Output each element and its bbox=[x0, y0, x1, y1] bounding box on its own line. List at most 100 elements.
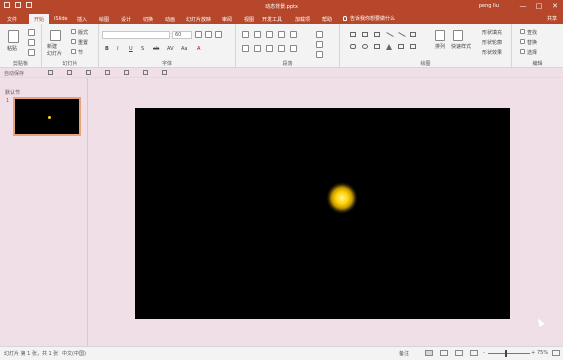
zoom-in-button[interactable]: + bbox=[531, 350, 535, 356]
tab-file[interactable]: 文件 bbox=[7, 14, 17, 24]
shadow-button[interactable]: S bbox=[141, 46, 144, 52]
justify-icon[interactable] bbox=[278, 45, 285, 52]
new-slide-icon[interactable] bbox=[50, 30, 61, 41]
fit-slide-icon[interactable] bbox=[552, 350, 560, 356]
rounded-rect-shape-icon[interactable] bbox=[350, 44, 356, 49]
underline-button[interactable]: U bbox=[129, 46, 133, 52]
reset-icon[interactable] bbox=[71, 39, 76, 44]
tab-view[interactable]: 视图 bbox=[244, 14, 254, 24]
textbox-shape-icon[interactable] bbox=[362, 32, 368, 37]
zoom-slider-handle[interactable] bbox=[505, 350, 507, 357]
brace-shape-icon[interactable] bbox=[410, 44, 416, 49]
replace-icon[interactable] bbox=[520, 39, 525, 44]
minimize-button[interactable]: — bbox=[515, 0, 531, 12]
notes-button[interactable]: 备注 bbox=[399, 350, 409, 357]
tab-review[interactable]: 审阅 bbox=[222, 14, 232, 24]
shape-effects-button[interactable]: 形状效果 bbox=[482, 49, 502, 56]
open-file-icon[interactable] bbox=[143, 70, 148, 75]
vertical-textbox-shape-icon[interactable] bbox=[374, 32, 380, 37]
reading-view-icon[interactable] bbox=[455, 350, 463, 356]
tab-draw[interactable]: 绘图 bbox=[99, 14, 109, 24]
char-spacing-button[interactable]: AV bbox=[167, 46, 174, 52]
tab-slideshow[interactable]: 幻灯片放映 bbox=[186, 14, 211, 24]
shape-fill-button[interactable]: 形状填充 bbox=[482, 29, 502, 36]
italic-button[interactable]: I bbox=[117, 46, 118, 52]
smartart-icon[interactable] bbox=[316, 51, 323, 58]
tab-insert[interactable]: 插入 bbox=[77, 14, 87, 24]
zoom-level[interactable]: 75% bbox=[537, 350, 548, 356]
line-shape-icon[interactable] bbox=[386, 32, 394, 37]
zoom-out-button[interactable]: - bbox=[483, 350, 485, 356]
align-left-icon[interactable] bbox=[242, 45, 249, 52]
shapes-gallery[interactable] bbox=[348, 30, 430, 54]
oval-shape-icon[interactable] bbox=[362, 44, 368, 49]
font-size-select[interactable]: 60 bbox=[172, 31, 192, 39]
align-text-icon[interactable] bbox=[316, 41, 323, 48]
cut-icon[interactable] bbox=[28, 29, 35, 36]
section-label[interactable]: 节 bbox=[78, 49, 83, 56]
shape-outline-button[interactable]: 形状轮廓 bbox=[482, 39, 502, 46]
share-button[interactable]: 共享 bbox=[547, 15, 557, 22]
triangle-shape-icon[interactable] bbox=[386, 44, 392, 50]
align-center-icon[interactable] bbox=[254, 45, 261, 52]
maximize-button[interactable]: □ bbox=[531, 0, 547, 12]
undo-icon[interactable] bbox=[67, 70, 72, 75]
change-case-button[interactable]: Aa bbox=[181, 46, 187, 52]
select-button[interactable]: 选择 bbox=[527, 49, 537, 56]
increase-indent-icon[interactable] bbox=[278, 31, 285, 38]
paste-label[interactable]: 粘贴 bbox=[7, 45, 17, 52]
layout-label[interactable]: 版式 bbox=[78, 29, 88, 36]
normal-view-icon[interactable] bbox=[425, 350, 433, 356]
align-right-icon[interactable] bbox=[266, 45, 273, 52]
autosave-label[interactable]: 自动保存 bbox=[4, 70, 24, 77]
save-icon[interactable] bbox=[48, 70, 53, 75]
bullets-icon[interactable] bbox=[242, 31, 249, 38]
print-icon[interactable] bbox=[162, 70, 167, 75]
rectangle-shape-icon[interactable] bbox=[350, 32, 356, 37]
tab-design[interactable]: 设计 bbox=[121, 14, 131, 24]
layout-icon[interactable] bbox=[71, 29, 76, 34]
tab-developer[interactable]: 开发工具 bbox=[262, 14, 282, 24]
numbering-icon[interactable] bbox=[254, 31, 261, 38]
arrange-icon[interactable] bbox=[435, 30, 445, 41]
square-shape-icon[interactable] bbox=[374, 44, 380, 49]
strikethrough-button[interactable]: ab bbox=[153, 46, 159, 52]
slide-canvas[interactable] bbox=[135, 108, 545, 327]
star-shape-icon[interactable] bbox=[398, 44, 404, 49]
tab-animations[interactable]: 动画 bbox=[165, 14, 175, 24]
section-icon[interactable] bbox=[71, 49, 76, 54]
copy-icon[interactable] bbox=[28, 39, 35, 46]
close-button[interactable]: ✕ bbox=[547, 0, 563, 12]
tell-me-box[interactable]: 告诉我你想要做什么 bbox=[343, 15, 395, 22]
redo-icon[interactable] bbox=[86, 70, 91, 75]
replace-button[interactable]: 替换 bbox=[527, 39, 537, 46]
bold-button[interactable]: B bbox=[105, 46, 109, 52]
new-file-icon[interactable] bbox=[124, 70, 129, 75]
new-slide-label[interactable]: 新建 幻灯片 bbox=[47, 43, 62, 57]
section-header[interactable]: 默认节 bbox=[5, 89, 20, 96]
font-name-select[interactable] bbox=[102, 31, 170, 39]
clear-format-icon[interactable] bbox=[215, 31, 222, 38]
tab-home[interactable]: 开始 bbox=[29, 14, 50, 24]
reset-label[interactable]: 重置 bbox=[78, 39, 88, 46]
columns-icon[interactable] bbox=[290, 45, 297, 52]
language-indicator[interactable]: 中文(中国) bbox=[62, 350, 86, 357]
paste-icon[interactable] bbox=[8, 30, 19, 43]
start-slideshow-icon[interactable] bbox=[105, 70, 110, 75]
zoom-slider[interactable] bbox=[488, 353, 530, 354]
quick-styles-label[interactable]: 快速样式 bbox=[451, 43, 471, 50]
tab-help[interactable]: 帮助 bbox=[322, 14, 332, 24]
decrease-indent-icon[interactable] bbox=[266, 31, 273, 38]
connector-shape-icon[interactable] bbox=[410, 32, 416, 37]
font-color-button[interactable]: A bbox=[197, 46, 200, 52]
arrange-label[interactable]: 排列 bbox=[435, 43, 445, 50]
glowing-orb-shape[interactable] bbox=[327, 182, 357, 214]
quick-styles-icon[interactable] bbox=[453, 30, 463, 41]
shrink-font-icon[interactable] bbox=[205, 31, 212, 38]
arrow-shape-icon[interactable] bbox=[398, 32, 406, 37]
tab-islide[interactable]: iSlide bbox=[54, 14, 68, 24]
tab-addins[interactable]: 加载项 bbox=[295, 14, 310, 24]
tab-transitions[interactable]: 切换 bbox=[143, 14, 153, 24]
slideshow-view-icon[interactable] bbox=[470, 350, 478, 356]
grow-font-icon[interactable] bbox=[195, 31, 202, 38]
